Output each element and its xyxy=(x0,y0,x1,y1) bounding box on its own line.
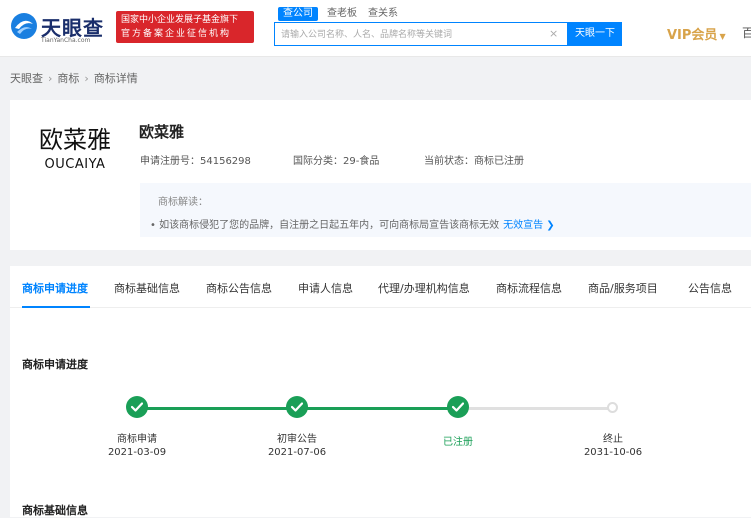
tab-announcement-info[interactable]: 商标公告信息 xyxy=(206,280,272,296)
step-4-label: 终止 xyxy=(603,434,623,445)
breadcrumb: 天眼查 › 商标 › 商标详情 xyxy=(10,70,138,86)
trademark-image: 欧菜雅 OUCAIYA xyxy=(32,108,118,196)
trademark-interpretation: 商标解读： • 如该商标侵犯了您的品牌，自注册之日起五年内，可向商标局宣告该商标… xyxy=(140,183,751,237)
tab-goods-services[interactable]: 商品/服务项目 xyxy=(588,280,658,296)
tab-gazette-info[interactable]: 公告信息 xyxy=(688,280,732,296)
step-1-label: 商标申请 xyxy=(117,434,157,445)
vip-label: VIP会员 xyxy=(667,28,718,43)
search-tab-relation[interactable]: 查关系 xyxy=(368,7,398,21)
badge-line-1: 国家中小企业发展子基金旗下 xyxy=(121,15,239,25)
search-tab-boss[interactable]: 查老板 xyxy=(327,7,357,21)
trademark-detail-card: 商标申请进度 商标基础信息 商标公告信息 申请人信息 代理/办理机构信息 商标流… xyxy=(10,266,751,517)
invalidation-link[interactable]: 无效宣告 ❯ xyxy=(503,220,555,231)
clear-icon[interactable]: × xyxy=(549,27,558,40)
registration-number: 申请注册号：54156298 xyxy=(140,156,251,167)
trademark-image-cn: 欧菜雅 xyxy=(39,126,111,154)
step-3-check-icon xyxy=(447,396,469,418)
current-status: 当前状态：商标已注册 xyxy=(424,156,524,167)
interpretation-title: 商标解读： xyxy=(158,197,208,208)
tab-applicant-info[interactable]: 申请人信息 xyxy=(298,280,353,296)
search-button[interactable]: 天眼一下 xyxy=(568,22,622,46)
tianyancha-logo-icon xyxy=(11,13,37,39)
progress-line-pending xyxy=(458,407,612,410)
interpretation-text: • 如该商标侵犯了您的品牌，自注册之日起五年内，可向商标局宣告该商标无效 无效宣告… xyxy=(150,216,555,231)
international-class: 国际分类：29-食品 xyxy=(293,156,380,167)
step-1-check-icon xyxy=(126,396,148,418)
step-2-check-icon xyxy=(286,396,308,418)
tab-agency-info[interactable]: 代理/办理机构信息 xyxy=(378,280,470,296)
tab-process-info[interactable]: 商标流程信息 xyxy=(496,280,562,296)
vip-member-menu[interactable]: VIP会员 ▼ xyxy=(667,24,726,43)
interpretation-body: • 如该商标侵犯了您的品牌，自注册之日起五年内，可向商标局宣告该商标无效 xyxy=(150,220,500,231)
chevron-right-icon: › xyxy=(48,72,53,85)
trademark-image-en: OUCAIYA xyxy=(44,157,106,172)
breadcrumb-trademark[interactable]: 商标 xyxy=(57,72,79,85)
caret-down-icon: ▼ xyxy=(719,32,726,41)
breadcrumb-current: 商标详情 xyxy=(93,72,138,85)
breadcrumb-home[interactable]: 天眼查 xyxy=(10,72,43,85)
step-1-date: 2021-03-09 xyxy=(107,447,167,458)
logo-domain: TianYanCha.com xyxy=(41,37,91,44)
site-logo[interactable]: 天眼查 TianYanCha.com xyxy=(10,12,110,48)
certification-badge: 国家中小企业发展子基金旗下 官方备案企业征信机构 xyxy=(116,11,254,43)
badge-line-2: 官方备案企业征信机构 xyxy=(121,29,232,39)
active-tab-indicator xyxy=(22,306,90,308)
step-4-date: 2031-10-06 xyxy=(583,447,643,458)
search-box: × xyxy=(274,22,568,46)
tab-basic-info[interactable]: 商标基础信息 xyxy=(114,280,180,296)
progress-section-title: 商标申请进度 xyxy=(22,358,88,371)
tab-application-progress[interactable]: 商标申请进度 xyxy=(22,280,88,296)
search-tab-company[interactable]: 查公司 xyxy=(278,7,318,21)
top-bar: 天眼查 TianYanCha.com 国家中小企业发展子基金旗下 官方备案企业征… xyxy=(0,0,751,57)
step-3-label: 已注册 xyxy=(443,437,473,448)
step-2-label: 初审公告 xyxy=(277,434,317,445)
basic-info-section-title: 商标基础信息 xyxy=(22,504,88,517)
search-input[interactable] xyxy=(281,27,541,43)
trademark-name: 欧菜雅 xyxy=(139,123,185,141)
chevron-right-icon: › xyxy=(84,72,89,85)
header-edge-text[interactable]: 百 xyxy=(742,24,751,41)
trademark-summary-card: 欧菜雅 OUCAIYA 欧菜雅 申请注册号：54156298 国际分类：29-食… xyxy=(10,100,751,250)
step-4-pending-icon xyxy=(607,402,618,413)
detail-tabs: 商标申请进度 商标基础信息 商标公告信息 申请人信息 代理/办理机构信息 商标流… xyxy=(10,266,751,308)
step-2-date: 2021-07-06 xyxy=(267,447,327,458)
